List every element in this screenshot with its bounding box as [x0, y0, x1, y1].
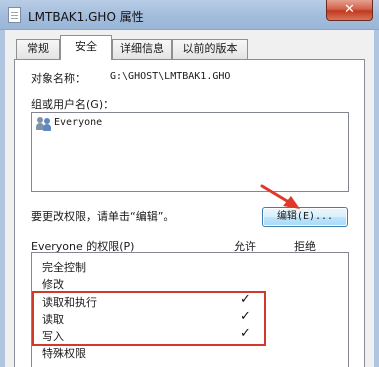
perm-full-control: 完全控制 [42, 261, 86, 274]
perm-special: 特殊权限 [42, 347, 86, 360]
perm-modify: 修改 [42, 278, 64, 291]
tab-security[interactable]: 安全 [60, 35, 112, 60]
highlight-box-annotation [32, 291, 266, 346]
